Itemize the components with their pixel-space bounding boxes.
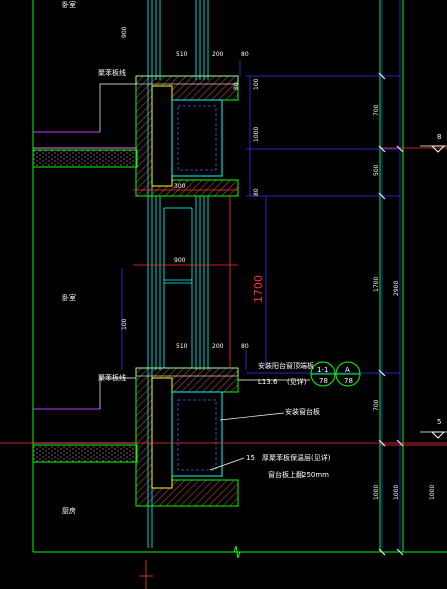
dim-right-2900: 2900	[393, 281, 400, 296]
floor-slab-lower	[32, 442, 138, 463]
note-window-top-plate-paren: (见详)	[287, 377, 307, 386]
upper-sill-assembly	[135, 75, 239, 197]
callout-1-bottom: 78	[319, 377, 328, 385]
break-mark-icon	[230, 545, 244, 559]
dim-right-500: 500	[373, 164, 380, 176]
note-window-top-plate: 安装阳台窗顶端板	[258, 361, 314, 370]
dim-1000: 1000	[253, 127, 260, 142]
dim-right-700: 700	[373, 104, 380, 116]
callout-2-top: A	[345, 366, 350, 374]
level-marker-upper-label: 8	[437, 133, 441, 141]
dim-right-1000a: 1000	[373, 485, 380, 500]
room-label-bottom: 厨房	[62, 506, 76, 515]
dim-510-top: 510	[176, 51, 188, 58]
dim-80-bot: 80	[241, 343, 249, 350]
mortar-label-lower: 聚苯板线	[98, 373, 126, 382]
note-insulation-sub: 窗台板上翻	[268, 470, 303, 479]
note-insulation-num: 15	[246, 454, 255, 462]
callout-2-bottom: 78	[344, 377, 353, 385]
dimension-ticks	[378, 72, 404, 556]
dim-80-a: 80	[233, 82, 240, 90]
note-insulation: 厚聚苯板保温层(见详)	[262, 453, 331, 462]
callout-1-top: 1-1	[317, 366, 328, 374]
note-insulation-val: 250mm	[302, 471, 329, 479]
frame-lines	[32, 0, 447, 553]
cad-drawing-canvas[interactable]: 8 5 1-1 78 A 78 卧室 卧室 厨房 聚苯板线 聚苯板线 安装阳台窗…	[0, 0, 447, 589]
dim-200-top: 200	[212, 51, 224, 58]
dim-right-700b: 700	[373, 399, 380, 411]
dim-80-b: 80	[253, 188, 260, 196]
note-window-top-plate-ref: L13.6	[258, 378, 278, 386]
dim-300: 300	[174, 183, 186, 190]
dim-right-1000b: 1000	[393, 485, 400, 500]
level-marker-lower-label: 5	[437, 418, 441, 426]
dim-left-100: 100	[121, 318, 128, 330]
dim-100-a: 100	[253, 78, 260, 90]
leader-lines	[99, 83, 310, 471]
dim-200-bot: 200	[212, 343, 224, 350]
dim-top-900: 900	[121, 26, 128, 38]
dim-510-bot: 510	[176, 343, 188, 350]
mortar-label-upper: 聚苯板线	[98, 68, 126, 77]
dim-right-1700: 1700	[373, 277, 380, 292]
dim-right-1000c: 1000	[429, 485, 436, 500]
room-guidelines	[33, 131, 100, 410]
floor-slab-upper	[32, 147, 138, 168]
note-windowsill: 安装窗台板	[285, 407, 320, 416]
dim-1700-red: 1700	[252, 275, 265, 303]
dim-80-top: 80	[241, 51, 249, 58]
room-label-middle: 卧室	[62, 293, 76, 302]
lower-sill-assembly	[135, 367, 239, 507]
level-marker-upper	[420, 145, 447, 153]
dim-900: 900	[174, 257, 186, 264]
room-label-top: 卧室	[62, 0, 76, 9]
level-marker-lower	[420, 431, 447, 439]
